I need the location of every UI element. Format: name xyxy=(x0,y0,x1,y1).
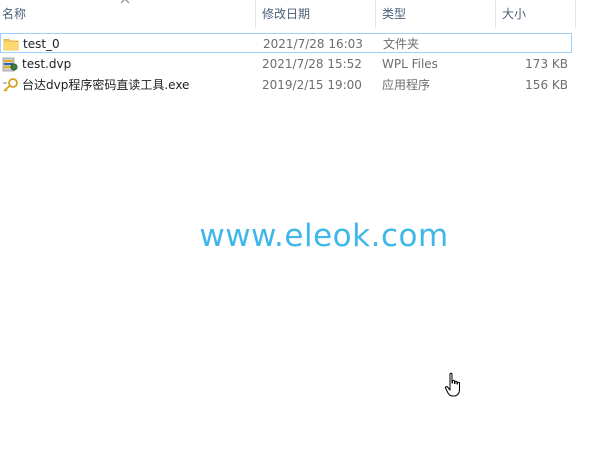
column-divider[interactable] xyxy=(495,0,496,28)
hand-pointer-icon xyxy=(444,372,460,397)
file-type: WPL Files xyxy=(382,57,438,71)
file-size: 173 KB xyxy=(525,57,568,71)
column-divider[interactable] xyxy=(375,0,376,28)
file-name: 台达dvp程序密码直读工具.exe xyxy=(22,78,190,92)
column-name-label: 名称 xyxy=(2,7,27,21)
column-size-header[interactable]: 大小 xyxy=(500,0,575,28)
column-date-header[interactable]: 修改日期 xyxy=(260,0,375,28)
file-row[interactable]: 台达dvp程序密码直读工具.exe 2019/2/15 19:00 应用程序 1… xyxy=(0,75,572,95)
file-type: 文件夹 xyxy=(383,37,420,51)
column-divider[interactable] xyxy=(255,0,256,28)
column-date-label: 修改日期 xyxy=(262,7,311,21)
column-header: 名称 修改日期 类型 大小 xyxy=(0,0,615,28)
file-row[interactable]: test.dvp 2021/7/28 15:52 WPL Files 173 K… xyxy=(0,54,572,74)
column-type-header[interactable]: 类型 xyxy=(380,0,495,28)
column-divider[interactable] xyxy=(575,0,576,28)
file-date: 2021/7/28 16:03 xyxy=(263,37,363,51)
sort-ascending-icon xyxy=(120,0,130,4)
column-type-label: 类型 xyxy=(382,7,407,21)
file-explorer: 名称 修改日期 类型 大小 test_0 2021/7/28 16:03 文件夹 xyxy=(0,0,615,460)
file-type: 应用程序 xyxy=(382,78,431,92)
file-name: test.dvp xyxy=(22,57,72,71)
dvp-file-icon xyxy=(2,57,18,72)
file-row[interactable]: test_0 2021/7/28 16:03 文件夹 xyxy=(0,33,572,53)
watermark-text: www.eleok.com xyxy=(199,218,449,254)
file-name: test_0 xyxy=(23,37,60,51)
column-size-label: 大小 xyxy=(502,7,527,21)
file-date: 2021/7/28 15:52 xyxy=(262,57,362,71)
file-date: 2019/2/15 19:00 xyxy=(262,78,362,92)
file-size: 156 KB xyxy=(525,78,568,92)
key-exe-icon xyxy=(3,78,18,92)
folder-icon xyxy=(3,39,19,51)
